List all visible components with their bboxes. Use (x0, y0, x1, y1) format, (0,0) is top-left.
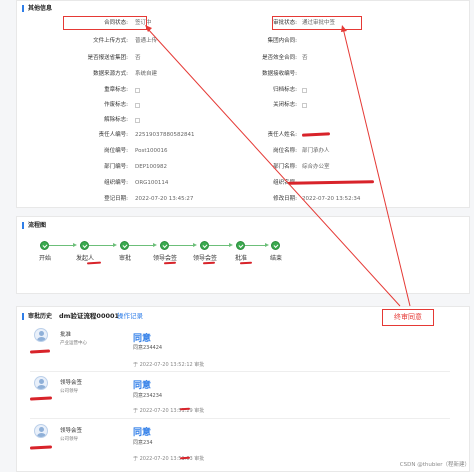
org-id-value: ORG100114 (135, 180, 169, 186)
flow-node-end (271, 241, 280, 250)
upload-method-value: 普通上传 (135, 38, 158, 44)
approval-status-highlight (272, 16, 362, 30)
approval-history-panel: 审批历史 dm验证流程00001 操作记录 (16, 306, 470, 472)
flow-arrow (193, 243, 197, 247)
flow-arrow (265, 243, 269, 247)
data-source-label: 数据来源方式: (93, 71, 128, 77)
contract-status-highlight (63, 16, 147, 30)
archive-flag-label: 归档标志: (273, 87, 297, 93)
flow-step-label: 批准 (234, 255, 247, 262)
upload-method-label: 文件上传方式: (93, 38, 128, 44)
flow-connector (169, 245, 195, 246)
flow-step-label: 领导会签 (192, 255, 217, 262)
flow-node-leader-sign-2 (200, 241, 209, 250)
approval-tag: 审批 (194, 362, 205, 368)
approver-role: 领导会签 (60, 380, 83, 386)
report-province-label: 是否报送省集团: (87, 55, 128, 61)
close-flag-checkbox[interactable] (302, 103, 307, 108)
flow-connector (49, 245, 75, 246)
approval-history-title: 审批历史 (22, 313, 52, 320)
report-province-value: 否 (135, 55, 141, 61)
approver-role: 批准 (60, 332, 72, 338)
register-date-value: 2022-07-20 13:45:27 (135, 196, 194, 202)
flow-step-label: 开始 (38, 255, 51, 262)
org-id-label: 组织编号: (104, 180, 128, 186)
process-name: dm验证流程00001 (59, 312, 120, 320)
flow-arrow (73, 243, 77, 247)
full-contract-label: 是否效全合同: (262, 55, 297, 61)
owner-name-label: 责任人姓名: (267, 132, 297, 138)
flow-node-leader-sign-1 (160, 241, 169, 250)
approval-comment: 同意234234 (133, 393, 163, 399)
flow-step-label: 发起人 (75, 255, 94, 262)
flow-connector (89, 245, 115, 246)
post-name-label: 岗位名称: (273, 148, 297, 154)
approver-org: 公司领导 (60, 437, 78, 442)
flow-arrow (229, 243, 233, 247)
history-divider (30, 418, 450, 419)
seal-flag-label: 重章标志: (104, 87, 128, 93)
approval-result: 同意 (133, 381, 152, 391)
approval-time: 于 2022-07-20 13:52:12 审批 (133, 362, 205, 368)
seal-flag-checkbox[interactable] (135, 88, 140, 93)
flow-connector (129, 245, 155, 246)
owner-id-label: 责任人编号: (98, 132, 128, 138)
approver-avatar (34, 424, 48, 438)
full-contract-value: 否 (302, 55, 308, 61)
flow-node-ratify (236, 241, 245, 250)
final-approval-annotation-label: 终审同意 (394, 313, 422, 321)
dept-name-value: 综合办公室 (302, 164, 330, 170)
approval-comment: 同意234 (133, 440, 153, 446)
register-date-label: 登记日期: (104, 196, 128, 202)
data-receive-no-label: 数据接收编号: (262, 71, 297, 77)
approval-time-value: 2022-07-20 13:52:12 (139, 362, 193, 368)
approver-org: 产业运营中心 (60, 341, 87, 346)
post-id-label: 岗位编号: (104, 148, 128, 154)
flow-connector (209, 245, 231, 246)
release-flag-checkbox[interactable] (135, 118, 140, 123)
flow-step-label: 审批 (118, 255, 131, 262)
release-flag-label: 解除标志: (104, 117, 128, 123)
archive-flag-checkbox[interactable] (302, 88, 307, 93)
owner-id-value: 22519037880582841 (135, 132, 195, 138)
group-contract-label: 集团内合同: (267, 38, 297, 44)
flow-step-label: 领导会签 (152, 255, 177, 262)
flow-chart-title: 流程图 (22, 222, 46, 229)
flow-node-initiator (80, 241, 89, 250)
approver-role: 领导会签 (60, 428, 83, 434)
flow-arrow (113, 243, 117, 247)
approval-result: 同意 (133, 334, 152, 344)
approval-tag: 审批 (194, 456, 205, 462)
dept-id-value: DEP100982 (135, 164, 168, 170)
other-info-title: 其他信息 (22, 5, 52, 12)
void-flag-checkbox[interactable] (135, 103, 140, 108)
close-flag-label: 关闭标志: (273, 102, 297, 108)
approver-org: 公司领导 (60, 389, 78, 394)
approver-avatar (34, 328, 48, 342)
flow-step-label: 结束 (269, 255, 282, 262)
approval-tag: 审批 (194, 408, 205, 414)
post-id-value: Post100016 (135, 148, 168, 154)
data-source-value: 系统自建 (135, 71, 158, 77)
history-divider (30, 371, 450, 372)
flow-arrow (153, 243, 157, 247)
flow-node-approve (120, 241, 129, 250)
flow-connector (245, 245, 267, 246)
approver-avatar (34, 376, 48, 390)
org-name-label: 组织名称: (273, 180, 297, 186)
approval-result: 同意 (133, 428, 152, 438)
post-name-value: 部门承办人 (302, 148, 330, 154)
approval-comment: 同意234424 (133, 345, 163, 351)
void-flag-label: 作废标志: (104, 102, 128, 108)
approval-time: 于 2022-07-20 13:51:29 审批 (133, 408, 205, 414)
operation-log-link[interactable]: 操作记录 (117, 313, 143, 320)
flow-node-start (40, 241, 49, 250)
final-approval-annotation: 终审同意 (382, 309, 434, 326)
approval-time: 于 2022-07-20 13:51:03 审批 (133, 456, 205, 462)
dept-name-label: 部门名称: (273, 164, 297, 170)
modify-date-label: 修改日期: (273, 196, 297, 202)
dept-id-label: 部门编号: (104, 164, 128, 170)
watermark: CSDN @thubier（程新建） (399, 462, 470, 468)
modify-date-value: 2022-07-20 13:52:34 (302, 196, 361, 202)
